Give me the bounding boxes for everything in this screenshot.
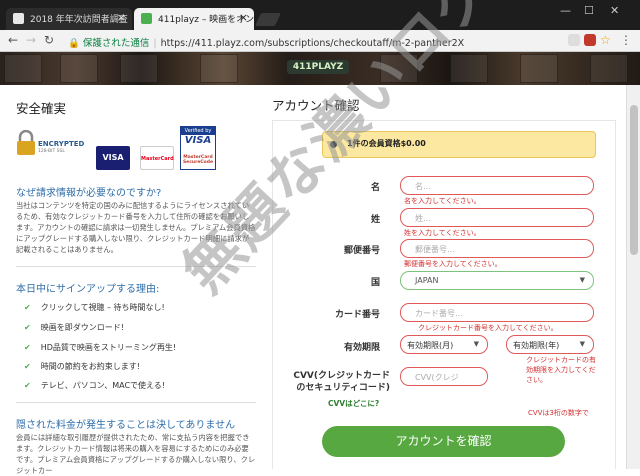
last-name-field[interactable]: 姓… <box>400 208 594 227</box>
tab-strip: 2018 年年次訪問者調査 × 411playz – 映画をオンライン × — … <box>0 0 640 30</box>
chevron-down-icon: ▼ <box>473 340 479 348</box>
country-label: 国 <box>370 278 380 288</box>
confirm-account-button[interactable]: アカウントを確認 <box>322 426 565 457</box>
close-icon[interactable]: × <box>239 11 248 24</box>
play-icon <box>141 13 152 24</box>
signup-heading: 本日中にサインアップする理由: <box>16 284 160 295</box>
scrollbar[interactable] <box>626 85 640 469</box>
scrollbar-thumb[interactable] <box>630 105 638 255</box>
new-tab-button[interactable] <box>254 13 282 26</box>
cvv-label: CVV(クレジットカード のセキュリティコード) <box>293 371 390 393</box>
close-icon[interactable]: × <box>117 11 126 24</box>
security-heading: 安全確実 <box>16 101 67 116</box>
address-bar: ← → ↻ 🔒 保護された通信 | https://411.playz.com/su… <box>0 30 640 52</box>
card-number-field[interactable]: カード番号… <box>400 303 594 322</box>
feature-item: ✔ 映画を即ダウンロード! <box>24 323 124 332</box>
maximize-icon[interactable]: ☐ <box>584 4 594 17</box>
visa-logo: VISA <box>96 146 130 170</box>
check-icon: ✔ <box>24 362 31 371</box>
check-icon: ✔ <box>24 343 31 352</box>
check-icon: ✔ <box>24 323 31 332</box>
expiry-month-select[interactable]: 有効期限(月) ▼ <box>400 335 488 354</box>
minimize-icon[interactable]: — <box>560 4 571 17</box>
hidden-fees-heading: 隠された料金が発生することは決してありません <box>16 420 236 431</box>
feature-item: ✔ HD品質で映画をストリーミング再生! <box>24 343 177 352</box>
feature-item: ✔ 時間の節約をお約束します! <box>24 362 140 371</box>
divider <box>16 402 256 403</box>
encrypted-sublabel: 128-BIT SSL <box>38 149 65 154</box>
cvv-field[interactable]: CVV(クレジ <box>400 367 488 386</box>
zip-field[interactable]: 郵便番号… <box>400 239 594 258</box>
plan-label: 1件の会員資格$0.00 <box>347 139 426 148</box>
extension-icon[interactable] <box>568 34 580 46</box>
chevron-down-icon: ▼ <box>579 340 585 348</box>
zip-label: 郵便番号 <box>343 246 380 256</box>
last-name-error: 姓を入力してください。 <box>404 229 481 237</box>
form-heading: アカウント確認 <box>272 98 360 113</box>
encrypted-label: ENCRYPTED <box>38 140 85 148</box>
card-number-label: カード番号 <box>334 310 380 320</box>
securecode-badge: MasterCard SecureCode <box>182 155 214 165</box>
why-text: 当社はコンテンツを特定の国のみに配信するようにライセンスされているため、有効なク… <box>16 201 256 254</box>
hidden-fees-text: 会員には詳細な取引履歴が提供されたため、常に支払う内容を把握できます。クレジット… <box>16 433 256 475</box>
check-icon: ✔ <box>24 303 31 312</box>
tab-411playz[interactable]: 411playz – 映画をオンライン × <box>134 8 254 30</box>
reload-icon[interactable]: ↻ <box>44 33 54 47</box>
plan-option[interactable]: 1件の会員資格$0.00 <box>322 131 596 158</box>
lock-icon: 🔒 <box>68 38 80 49</box>
menu-icon[interactable]: ⋮ <box>620 33 632 47</box>
divider <box>16 266 256 267</box>
first-name-field[interactable]: 名… <box>400 176 594 195</box>
feature-item: ✔ クリックして視聴 – 待ち時間なし! <box>24 303 165 312</box>
zip-error: 郵便番号を入力してください。 <box>404 260 502 268</box>
site-logo[interactable]: 411PLAYZ <box>287 60 349 74</box>
forward-icon[interactable]: → <box>26 33 36 47</box>
why-heading: なぜ請求情報が必要なのですか? <box>16 188 162 199</box>
bookmark-star-icon[interactable]: ☆ <box>600 33 611 47</box>
security-badges: ENCRYPTED 128-BIT SSL VISA MasterCard Ve… <box>16 126 216 174</box>
cvv-help-link[interactable]: CVVはどこに? <box>328 398 379 409</box>
expiry-year-select[interactable]: 有効期限(年) ▼ <box>506 335 594 354</box>
page-icon <box>13 13 24 24</box>
extension-icon[interactable] <box>584 34 596 46</box>
mastercard-logo: MasterCard <box>140 146 174 170</box>
tab-survey[interactable]: 2018 年年次訪問者調査 × <box>6 8 132 30</box>
cvv-error: CVVは3桁の数字で <box>528 409 589 417</box>
expiry-label: 有効期限 <box>343 343 380 353</box>
secure-label: 保護された通信 <box>82 38 150 49</box>
first-name-label: 名 <box>370 183 380 193</box>
back-icon[interactable]: ← <box>8 33 18 47</box>
url-text: https://411.playz.com/subscriptions/chec… <box>160 38 465 49</box>
expiry-error: クレジットカードの有効期限を入力してください。 <box>526 356 596 384</box>
url-field[interactable]: 🔒 保護された通信 | https://411.playz.com/subscrip… <box>62 32 562 49</box>
tab-label: 2018 年年次訪問者調査 <box>30 15 128 25</box>
chevron-down-icon: ▼ <box>579 276 585 284</box>
radio-selected-icon[interactable] <box>330 141 337 148</box>
feature-item: ✔ テレビ、パソコン、MACで使える! <box>24 381 166 390</box>
padlock-icon <box>17 130 35 155</box>
check-icon: ✔ <box>24 381 31 390</box>
window-close-icon[interactable]: ✕ <box>610 4 619 17</box>
card-number-error: クレジットカード番号を入力してください。 <box>418 324 558 332</box>
country-select[interactable]: JAPAN ▼ <box>400 271 594 290</box>
last-name-label: 姓 <box>370 215 380 225</box>
first-name-error: 名を入力してください。 <box>404 197 481 205</box>
